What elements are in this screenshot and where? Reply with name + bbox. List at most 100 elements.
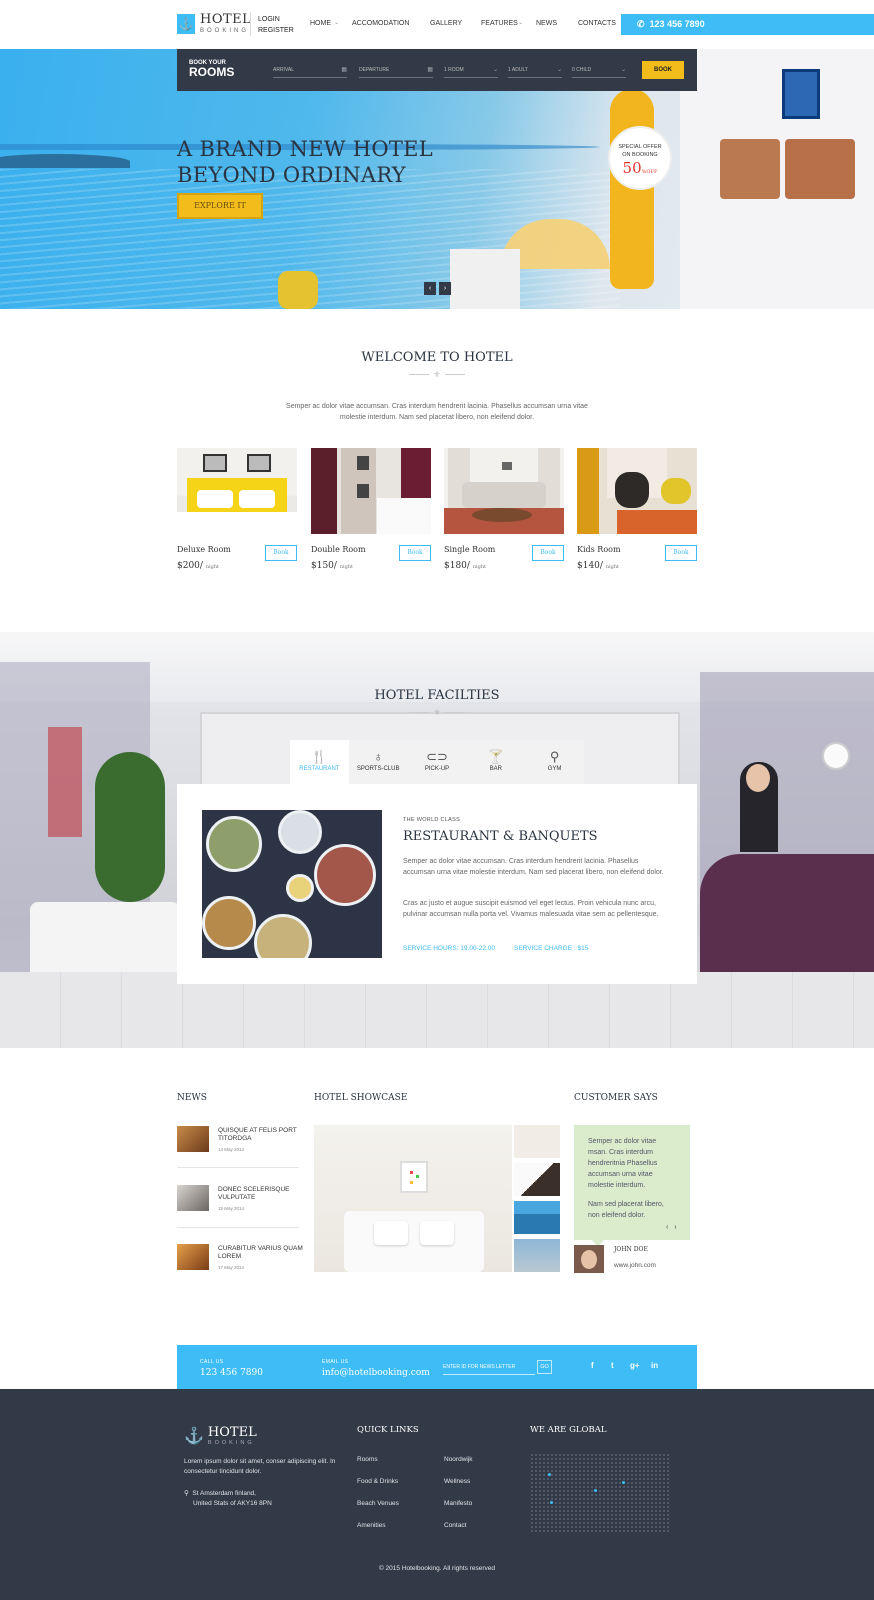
ornament-divider: ⚜ xyxy=(0,708,874,717)
linkedin-icon[interactable]: in xyxy=(651,1361,658,1370)
booking-bar: BOOK YOUR ROOMS ARRIVAL ▦ DEPARTURE ▦ 1 … xyxy=(177,49,697,91)
children-select[interactable]: 0 CHILD ⌄ xyxy=(572,66,626,78)
room-image[interactable] xyxy=(177,448,297,534)
footer-link[interactable]: Manifesto xyxy=(444,1500,472,1507)
fleur-icon: ⚜ xyxy=(433,708,441,717)
room-name: Single Room xyxy=(444,545,496,554)
room-image[interactable] xyxy=(444,448,564,534)
news-item[interactable]: CURABITUR VARIUS QUAM LOREM 17 May 2014 xyxy=(177,1244,303,1290)
showcase-main-image[interactable] xyxy=(314,1125,512,1272)
login-link[interactable]: LOGIN xyxy=(258,14,294,25)
customer-url[interactable]: www.john.com xyxy=(614,1262,656,1269)
footer-link[interactable]: Rooms xyxy=(357,1456,378,1463)
quick-links-title: QUICK LINKS xyxy=(357,1425,419,1435)
nav-home[interactable]: HOME xyxy=(310,20,331,27)
tab-restaurant[interactable]: 🍴 RESTAURANT xyxy=(290,740,349,784)
slider-prev-button[interactable]: ‹ xyxy=(424,282,436,295)
adults-select[interactable]: 1 ADULT ⌄ xyxy=(508,66,562,78)
news-item[interactable]: QUISQUE AT FELIS PORT TITORDGA 14 May 20… xyxy=(177,1126,299,1172)
fork-knife-icon: 🍴 xyxy=(311,749,328,764)
nav-contacts[interactable]: CONTACTS xyxy=(578,20,616,27)
rooms-select[interactable]: 1 ROOM ⌄ xyxy=(444,66,498,78)
nav-gallery[interactable]: GALLERY xyxy=(430,20,462,27)
news-thumbnail xyxy=(177,1185,209,1211)
room-card: Single Room $180/ night Book xyxy=(444,448,564,571)
balloon-icon: ♁ xyxy=(373,749,384,764)
footer-link[interactable]: Contact xyxy=(444,1522,466,1529)
nav-news[interactable]: NEWS xyxy=(536,20,557,27)
service-hours: SERVICE HOURS: 19.00-22.00 xyxy=(403,945,496,952)
anchor-icon: ⚓ xyxy=(177,13,195,34)
tab-label: SPORTS-CLUB xyxy=(356,766,400,772)
ornament-divider: ⚜ xyxy=(0,370,874,379)
nav-features[interactable]: FEATURES xyxy=(481,20,518,27)
world-map-image xyxy=(530,1453,670,1533)
footer-link[interactable]: Wellness xyxy=(444,1478,470,1485)
adults-value: 1 ADULT xyxy=(508,67,528,73)
slider-next-button[interactable]: › xyxy=(439,282,451,295)
room-book-button[interactable]: Book xyxy=(265,545,297,561)
testimonial-next-button[interactable]: › xyxy=(674,1224,682,1231)
room-price-unit: night xyxy=(605,564,620,570)
newsletter-go-button[interactable]: GO xyxy=(537,1360,552,1374)
hero-title: A BRAND NEW HOTEL BEYOND ORDINARY xyxy=(177,136,433,188)
arrival-field[interactable]: ARRIVAL ▦ xyxy=(273,66,347,78)
room-name: Deluxe Room xyxy=(177,545,231,554)
google-plus-icon[interactable]: g+ xyxy=(630,1361,640,1370)
call-value[interactable]: 123 456 7890 xyxy=(200,1368,263,1378)
footer-link[interactable]: Food & Drinks xyxy=(357,1478,398,1485)
footer-link[interactable]: Amenities xyxy=(357,1522,386,1529)
email-label: EMAIL US xyxy=(322,1359,349,1365)
logo[interactable]: ⚓ HOTEL BOOKING xyxy=(177,13,251,34)
special-offer-badge: SPECIAL OFFER ON BOOKING 50%OFF xyxy=(608,126,672,190)
explore-button[interactable]: EXPLORE IT xyxy=(177,193,263,219)
facilities-tabs: 🍴 RESTAURANT ♁ SPORTS-CLUB ⊂⊃ PICK-UP 🍸 … xyxy=(290,740,584,784)
map-marker-icon xyxy=(548,1473,551,1476)
facility-detail-card: THE WORLD CLASS RESTAURANT & BANQUETS Se… xyxy=(177,784,697,984)
showcase-thumbnail[interactable] xyxy=(514,1239,560,1272)
tab-gym[interactable]: ⚲ GYM xyxy=(525,740,584,784)
tab-sports-club[interactable]: ♁ SPORTS-CLUB xyxy=(349,740,408,784)
footer-about: Lorem ipsum dolor sit amet, conser adipi… xyxy=(184,1458,336,1475)
newsletter-input[interactable]: ENTER ID FOR NEWS LETTER xyxy=(443,1360,535,1375)
facebook-icon[interactable]: f xyxy=(591,1361,594,1370)
showcase-thumbnail[interactable] xyxy=(514,1163,560,1196)
welcome-title: WELCOME TO HOTEL xyxy=(361,350,513,365)
facility-heading: RESTAURANT & BANQUETS xyxy=(403,829,598,844)
room-book-button[interactable]: Book xyxy=(665,545,697,561)
room-book-button[interactable]: Book xyxy=(399,545,431,561)
twitter-icon[interactable]: t xyxy=(611,1361,614,1370)
map-marker-icon xyxy=(594,1489,597,1492)
room-image[interactable] xyxy=(577,448,697,534)
showcase-thumbnail[interactable] xyxy=(514,1125,560,1158)
plant-image xyxy=(95,752,165,902)
nav-accomodation[interactable]: ACCOMODATION xyxy=(352,20,409,27)
car-icon: ⊂⊃ xyxy=(426,749,448,764)
chevron-down-icon: ⌄ xyxy=(492,67,498,73)
footer-link[interactable]: Beach Venues xyxy=(357,1500,399,1507)
email-value[interactable]: info@hotelbooking.com xyxy=(322,1368,430,1378)
tab-label: RESTAURANT xyxy=(299,766,340,772)
register-link[interactable]: REGISTER xyxy=(258,25,294,36)
tab-pick-up[interactable]: ⊂⊃ PICK-UP xyxy=(408,740,467,784)
departure-field[interactable]: DEPARTURE ▦ xyxy=(359,66,433,78)
header-phone[interactable]: ✆ 123 456 7890 xyxy=(621,14,874,35)
contact-bar: CALL US 123 456 7890 EMAIL US info@hotel… xyxy=(177,1345,697,1389)
room-image[interactable] xyxy=(311,448,431,534)
room-book-button[interactable]: Book xyxy=(532,545,564,561)
showcase-thumbnail[interactable] xyxy=(514,1201,560,1234)
call-label: CALL US xyxy=(200,1359,224,1365)
gate-image xyxy=(450,249,520,309)
chevron-down-icon: ⌄ xyxy=(518,20,524,26)
treadmill-icon: ⚲ xyxy=(549,749,560,764)
tab-bar[interactable]: 🍸 BAR xyxy=(466,740,525,784)
footer-link[interactable]: Noordwijk xyxy=(444,1456,473,1463)
testimonial-box: Semper ac dolor vitae msan. Cras interdu… xyxy=(574,1125,690,1240)
global-title: WE ARE GLOBAL xyxy=(530,1425,607,1435)
news-item-date: 15 May 2014 xyxy=(218,1206,245,1211)
painting-image xyxy=(48,727,82,837)
logo-subtitle: BOOKING xyxy=(200,28,250,34)
footer-logo[interactable]: ⚓ HOTEL BOOKING xyxy=(184,1425,257,1446)
news-item[interactable]: DONEC SCELERISQUE VULPUTATE 15 May 2014 xyxy=(177,1185,299,1231)
book-button[interactable]: BOOK xyxy=(642,61,684,79)
